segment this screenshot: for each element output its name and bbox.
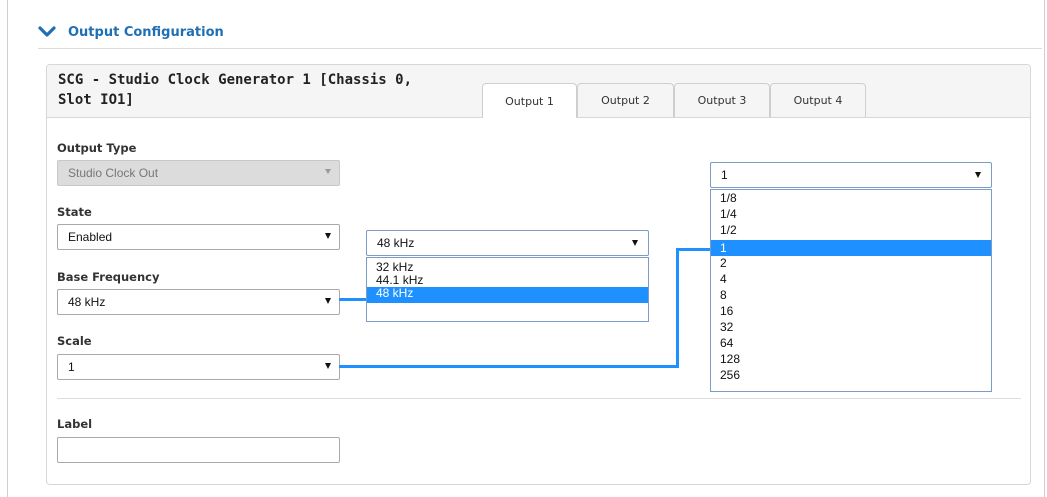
- tab-output-1[interactable]: Output 1: [482, 83, 577, 118]
- state-select[interactable]: Enabled: [57, 224, 340, 250]
- scale-option[interactable]: 1/8: [711, 192, 991, 205]
- scale-option[interactable]: 8: [711, 289, 991, 302]
- dropdown-arrow-icon: [325, 169, 331, 174]
- scale-dropdown-selected[interactable]: 1: [710, 162, 992, 188]
- scale-option[interactable]: 1/2: [711, 224, 991, 237]
- panel-header: SCG - Studio Clock Generator 1 [Chassis …: [47, 65, 1030, 118]
- connector-line: [676, 248, 712, 251]
- label-field-label: Label: [57, 417, 93, 431]
- dropdown-arrow-icon: [325, 363, 331, 369]
- panel-title: SCG - Studio Clock Generator 1 [Chassis …: [58, 72, 413, 108]
- frequency-options-list: 32 kHz 44.1 kHz 48 kHz: [366, 257, 649, 322]
- state-label: State: [57, 205, 92, 219]
- scale-options-list: 1/8 1/4 1/2 1 2 4 8 16 32 64 128 256: [710, 189, 992, 392]
- frequency-dropdown-expanded: 48 kHz 32 kHz 44.1 kHz 48 kHz: [366, 230, 649, 322]
- scale-option[interactable]: 2: [711, 257, 991, 270]
- tab-output-4[interactable]: Output 4: [770, 83, 866, 117]
- scale-option-highlighted[interactable]: 1: [711, 240, 991, 256]
- chevron-down-icon: [38, 26, 56, 37]
- dropdown-arrow-icon: [975, 172, 981, 178]
- scale-dropdown-expanded: 1 1/8 1/4 1/2 1 2 4 8 16 32 64 128 256: [710, 162, 992, 392]
- scale-option[interactable]: 1/4: [711, 208, 991, 221]
- section-header-toggle[interactable]: Output Configuration: [38, 20, 224, 44]
- section-title: Output Configuration: [68, 24, 224, 40]
- output-type-select: Studio Clock Out: [57, 160, 340, 186]
- frequency-option-highlighted[interactable]: 48 kHz: [367, 287, 648, 303]
- scale-option[interactable]: 256: [711, 369, 991, 382]
- scale-option[interactable]: 64: [711, 337, 991, 350]
- base-frequency-select[interactable]: 48 kHz: [57, 289, 340, 315]
- scale-option[interactable]: 128: [711, 353, 991, 366]
- connector-line: [339, 365, 678, 368]
- dropdown-arrow-icon: [632, 240, 638, 246]
- base-frequency-label: Base Frequency: [57, 270, 160, 284]
- header-divider: [38, 48, 1042, 49]
- dropdown-arrow-icon: [325, 298, 331, 304]
- connector-line: [339, 298, 367, 301]
- frequency-dropdown-selected[interactable]: 48 kHz: [366, 230, 649, 256]
- connector-line: [676, 248, 679, 368]
- dropdown-arrow-icon: [325, 233, 331, 239]
- scale-option[interactable]: 16: [711, 305, 991, 318]
- tab-output-3[interactable]: Output 3: [674, 83, 770, 117]
- label-input[interactable]: [57, 437, 340, 463]
- form-divider: [57, 398, 1021, 399]
- scale-option[interactable]: 4: [711, 273, 991, 286]
- scale-label: Scale: [57, 334, 92, 348]
- output-type-label: Output Type: [57, 141, 137, 155]
- scale-select[interactable]: 1: [57, 354, 340, 380]
- tab-output-2[interactable]: Output 2: [577, 83, 674, 117]
- scale-option[interactable]: 32: [711, 321, 991, 334]
